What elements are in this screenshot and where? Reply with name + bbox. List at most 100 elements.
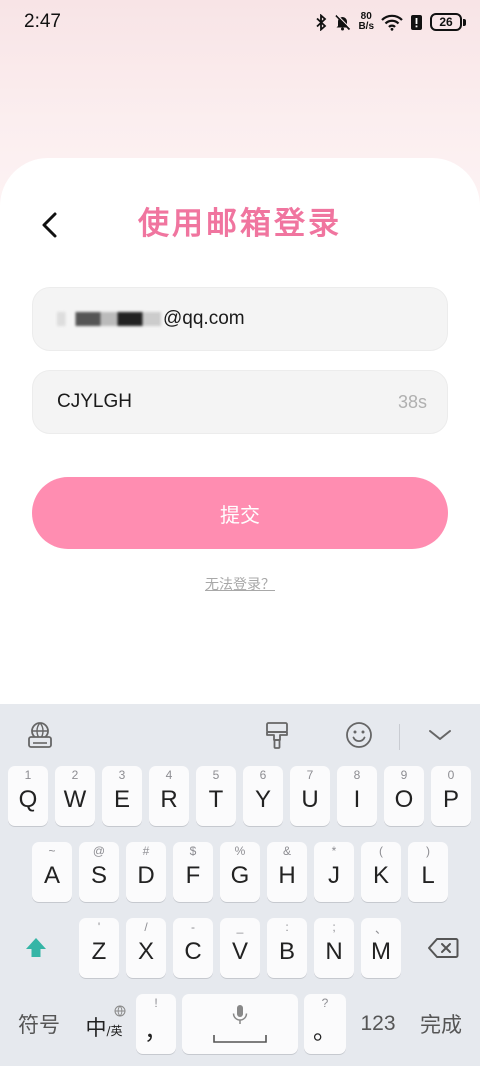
key-label: R [160, 786, 178, 813]
key-k[interactable]: (K [361, 842, 401, 902]
backspace-key[interactable] [414, 918, 472, 978]
key-u[interactable]: 7U [290, 766, 330, 826]
bell-muted-icon [334, 14, 352, 31]
key-h[interactable]: & H [267, 842, 307, 902]
key-e[interactable]: 3E [102, 766, 142, 826]
status-bar: 2:47 80 B/s 26 [0, 0, 480, 44]
status-time: 2:47 [24, 11, 61, 32]
key-a[interactable]: ~ A [32, 842, 72, 902]
key-label: X [137, 938, 154, 965]
key-label: G [230, 862, 250, 889]
key-sub-label: 9 [400, 768, 408, 782]
key-w[interactable]: 2W [55, 766, 95, 826]
key-sub-label: * [331, 844, 337, 858]
comma-key[interactable]: ! ， [136, 994, 176, 1054]
key-g[interactable]: % G [220, 842, 260, 902]
verification-code-field[interactable]: CJYLGH 38s [32, 370, 448, 434]
comma-sub-label: ! [154, 996, 158, 1010]
shift-key[interactable] [10, 918, 62, 978]
key-sub-label: 、 [374, 922, 387, 936]
alert-icon [410, 14, 423, 31]
key-sub-label: 4 [165, 768, 173, 782]
key-label: V [231, 938, 248, 965]
key-sub-label: 3 [118, 768, 126, 782]
key-sub-label: 8 [353, 768, 361, 782]
key-p[interactable]: 0P [431, 766, 471, 826]
battery-indicator: 26 [430, 13, 466, 31]
key-sub-label: 6 [259, 768, 267, 782]
key-label: H [278, 862, 296, 889]
key-label: N [325, 938, 343, 965]
key-i[interactable]: 8I [337, 766, 377, 826]
done-key[interactable]: 完成 [410, 994, 472, 1054]
lang-main-label: 中 [85, 1016, 107, 1040]
key-z[interactable]: ' Z [79, 918, 119, 978]
key-sub-label: 0 [447, 768, 455, 782]
numbers-label: 123 [360, 1012, 396, 1035]
key-sub-label: ; [332, 920, 336, 934]
collapse-keyboard-icon[interactable] [423, 718, 457, 752]
paint-brush-icon[interactable] [260, 718, 294, 752]
key-label: Y [254, 786, 271, 813]
submit-button[interactable]: 提交 [32, 477, 448, 549]
key-sub-label: 2 [71, 768, 79, 782]
key-sub-label: # [142, 844, 150, 858]
globe-icon [114, 998, 126, 1022]
key-y[interactable]: 6Y [243, 766, 283, 826]
key-v[interactable]: _ V [220, 918, 260, 978]
key-s[interactable]: @ S [79, 842, 119, 902]
key-sub-label: ~ [48, 844, 56, 858]
key-label: O [394, 786, 414, 813]
key-n[interactable]: ; N [314, 918, 354, 978]
net-speed-unit: B/s [358, 21, 374, 32]
toolbar-divider [399, 724, 400, 750]
key-label: L [421, 862, 435, 889]
key-label: A [43, 862, 60, 889]
done-label: 完成 [420, 1013, 462, 1037]
key-sub-label: / [144, 920, 148, 934]
keyboard-settings-icon[interactable] [23, 718, 57, 752]
lang-sub-label: /英 [106, 1023, 123, 1038]
backspace-icon [428, 938, 459, 958]
wifi-icon [381, 14, 403, 31]
key-l[interactable]: ) L [408, 842, 448, 902]
keyboard-toolbar [0, 704, 480, 766]
email-field[interactable]: @qq.com [32, 287, 448, 351]
status-icons: 80 B/s 26 [316, 12, 466, 32]
battery-level: 26 [430, 13, 462, 31]
key-sub-label: ' [97, 920, 101, 934]
language-switch-key[interactable]: 中 /英 [76, 994, 132, 1054]
numbers-key[interactable]: 123 [350, 994, 406, 1054]
key-b[interactable]: :B [267, 918, 307, 978]
resend-countdown: 38s [397, 391, 427, 412]
key-label: U [301, 786, 319, 813]
key-m[interactable]: 、 M [361, 918, 401, 978]
symbols-key[interactable]: 符号 [6, 994, 72, 1054]
key-label: W [63, 786, 87, 813]
cant-login-link[interactable]: 无法登录？ [0, 574, 480, 594]
key-label: J [328, 862, 340, 889]
period-key[interactable]: ? 。 [304, 994, 346, 1054]
key-sub-label: 5 [212, 768, 220, 782]
microphone-icon [232, 1005, 248, 1024]
key-label: B [278, 938, 295, 965]
bluetooth-icon [316, 13, 327, 31]
key-x[interactable]: / X [126, 918, 166, 978]
key-f[interactable]: $ F [173, 842, 213, 902]
key-sub-label: - [191, 920, 195, 934]
key-q[interactable]: 1Q [8, 766, 48, 826]
key-label: M [371, 938, 391, 965]
email-value: @qq.com [163, 308, 245, 329]
key-r[interactable]: 4R [149, 766, 189, 826]
key-t[interactable]: 5T [196, 766, 236, 826]
key-sub-label: 7 [306, 768, 314, 782]
key-c[interactable]: -C [173, 918, 213, 978]
key-o[interactable]: 9O [384, 766, 424, 826]
key-sub-label: $ [189, 844, 197, 858]
space-key[interactable] [182, 994, 298, 1054]
key-d[interactable]: # D [126, 842, 166, 902]
key-label: T [208, 786, 224, 813]
key-j[interactable]: * J [314, 842, 354, 902]
emoji-icon[interactable] [342, 718, 376, 752]
key-label: I [353, 786, 361, 813]
